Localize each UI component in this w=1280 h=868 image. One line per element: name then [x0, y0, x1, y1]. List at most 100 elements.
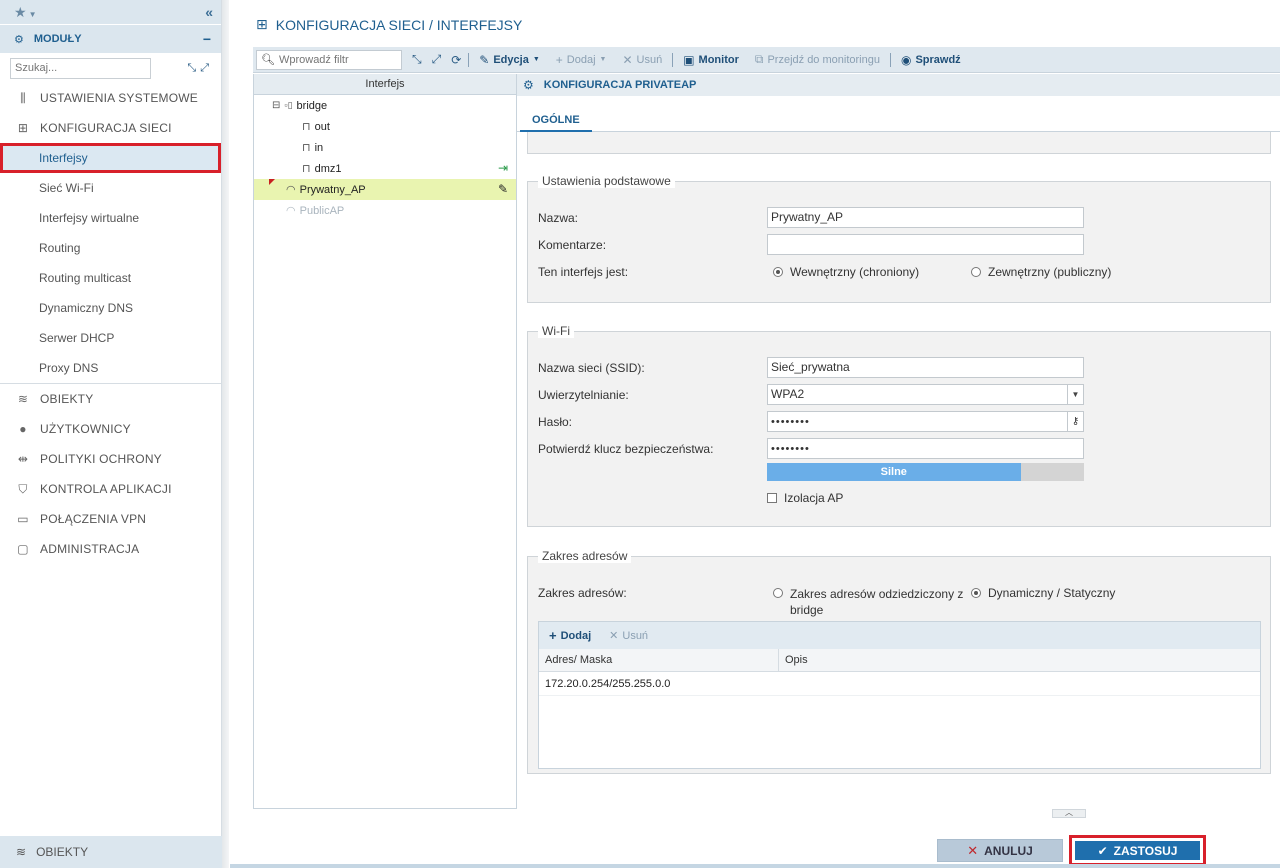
confirm-key-field[interactable]: ••••••••	[767, 438, 1084, 459]
sidebar-section-system-settings[interactable]: ⫼ USTAWIENIA SYSTEMOWE	[0, 83, 221, 113]
admin-icon: ▢	[17, 542, 29, 556]
modules-header[interactable]: ⚙ MODUŁY −	[0, 24, 221, 53]
column-header-description[interactable]: Opis	[779, 649, 1260, 671]
plus-icon: +	[555, 52, 563, 67]
key-icon[interactable]: ⚷	[1067, 412, 1083, 431]
address-grid-toolbar: + Dodaj ✕ Usuń	[539, 622, 1260, 649]
section-label: KONFIGURACJA SIECI	[40, 121, 172, 135]
tree-item-dmz1[interactable]: ⊓ dmz1 ⇥	[254, 158, 516, 179]
external-radio[interactable]: Zewnętrzny (publiczny)	[971, 265, 1111, 279]
goto-monitoring-button[interactable]: ⧉ Przejdź do monitoringu	[747, 47, 888, 73]
close-icon: ✕	[609, 630, 619, 642]
sidebar-item-wifi[interactable]: Sieć Wi-Fi	[0, 173, 221, 203]
dynamic-static-radio[interactable]: Dynamiczny / Statyczny	[971, 586, 1115, 600]
ap-isolation-checkbox[interactable]: Izolacja AP	[767, 491, 843, 505]
expand-tree-button[interactable]: ⤢	[427, 47, 447, 73]
sidebar-section-network-config[interactable]: ⊞ KONFIGURACJA SIECI	[0, 113, 221, 143]
check-button[interactable]: ◉ Sprawdź	[893, 47, 969, 73]
name-field[interactable]: Prywatny_AP	[767, 207, 1084, 228]
modules-label: MODUŁY	[33, 33, 82, 45]
collapse-tree-button[interactable]: ⤡	[402, 47, 427, 73]
column-header-address[interactable]: Adres/ Maska	[539, 649, 779, 671]
expand-all-icon[interactable]: ⤢	[200, 62, 213, 74]
config-tabs: OGÓLNE	[517, 96, 1280, 132]
pencil-icon[interactable]: ✎	[498, 182, 508, 196]
config-scroll-area[interactable]: Ustawienia podstawowe Nazwa: Prywatny_AP…	[517, 132, 1280, 809]
section-label: POLITYKI OCHRONY	[40, 452, 162, 466]
sidebar-item-label: Sieć Wi-Fi	[39, 181, 94, 195]
apply-button[interactable]: ✔ ZASTOSUJ	[1075, 841, 1200, 860]
tab-general[interactable]: OGÓLNE	[520, 110, 592, 132]
tree-item-bridge[interactable]: ⊟ ▫▯ bridge	[254, 95, 516, 116]
tree-item-in[interactable]: ⊓ in	[254, 137, 516, 158]
modified-flag-icon	[269, 179, 275, 185]
sidebar-section-policies[interactable]: ⇹ POLITYKI OCHRONY	[0, 444, 221, 474]
ethernet-port-icon: ⊓	[302, 121, 311, 133]
table-row[interactable]: 172.20.0.254/255.255.0.0	[539, 672, 1260, 696]
toolbar: 🔍︎ ⤡ ⤢ ⟳ ✎ Edycja ▼ + Dodaj ▼ ✕ Usuń ▣ M…	[253, 47, 1280, 73]
sidebar-item-interfaces[interactable]: Interfejsy	[0, 143, 221, 173]
collapse-sidebar-icon[interactable]: «	[205, 4, 213, 20]
grid-remove-button[interactable]: ✕ Usuń	[603, 629, 654, 643]
filter-input[interactable]	[278, 53, 399, 66]
monitor-button[interactable]: ▣ Monitor	[675, 47, 747, 73]
favorites-menu[interactable]: ★ ▼	[14, 4, 36, 21]
sidebar-splitter[interactable]	[222, 0, 229, 868]
fieldset-address-range: Zakres adresów Zakres adresów: Zakres ad…	[527, 549, 1271, 774]
ssid-field[interactable]: Sieć_prywatna	[767, 357, 1084, 378]
sidebar-item-routing[interactable]: Routing	[0, 233, 221, 263]
password-field[interactable]: •••••••• ⚷	[767, 411, 1084, 432]
scroll-up-icon[interactable]: ︿	[1052, 809, 1086, 818]
sidebar-section-administration[interactable]: ▢ ADMINISTRACJA	[0, 534, 221, 564]
collapse-node-icon[interactable]: ⊟	[272, 100, 280, 111]
sidebar-item-label: Routing multicast	[39, 271, 132, 285]
sidebar-search-input[interactable]	[10, 57, 151, 79]
comment-field[interactable]	[767, 234, 1084, 255]
bottom-status-strip	[230, 864, 1280, 868]
collapse-modules-icon[interactable]: −	[203, 31, 211, 47]
grid-add-button[interactable]: + Dodaj	[543, 628, 597, 643]
sidebar-bottom-objects[interactable]: ≋ OBIEKTY	[0, 836, 222, 868]
main-content: ⊞ KONFIGURACJA SIECI / INTERFEJSY 🔍︎ ⤡ ⤢…	[230, 0, 1280, 868]
tree-item-prywatny-ap[interactable]: ◠ Prywatny_AP ✎	[254, 179, 516, 200]
collapse-all-icon[interactable]: ⤡	[187, 62, 200, 74]
chevron-down-icon[interactable]: ▼	[1067, 385, 1083, 404]
sidebar-item-dhcp-server[interactable]: Serwer DHCP	[0, 323, 221, 353]
filter-box: 🔍︎	[256, 49, 402, 70]
check-label: Sprawdź	[915, 53, 961, 66]
login-icon[interactable]: ⇥	[498, 161, 508, 175]
tree-item-label: Prywatny_AP	[299, 183, 366, 196]
sidebar-item-virtual-interfaces[interactable]: Interfejsy wirtualne	[0, 203, 221, 233]
edit-button[interactable]: ✎ Edycja ▼	[471, 47, 547, 73]
sidebar-item-routing-multicast[interactable]: Routing multicast	[0, 263, 221, 293]
ap-isolation-label: Izolacja AP	[784, 491, 844, 505]
sidebar-item-dynamic-dns[interactable]: Dynamiczny DNS	[0, 293, 221, 323]
sidebar-section-app-control[interactable]: ⛉ KONTROLA APLIKACJI	[0, 474, 221, 504]
tree-item-out[interactable]: ⊓ out	[254, 116, 516, 137]
auth-select[interactable]: WPA2 ▼	[767, 384, 1084, 405]
toolbar-separator	[468, 52, 470, 67]
sidebar-section-objects[interactable]: ≋ OBIEKTY	[0, 384, 221, 414]
wifi-icon: ◠	[286, 184, 296, 196]
sidebar-section-vpn[interactable]: ▭ POŁĄCZENIA VPN	[0, 504, 221, 534]
goto-monitoring-label: Przejdź do monitoringu	[767, 53, 880, 66]
sidebar-item-label: Serwer DHCP	[39, 331, 115, 345]
interface-tree: Interfejs ⊟ ▫▯ bridge ⊓ out ⊓ in ⊓ dmz1 …	[253, 74, 517, 809]
remove-button[interactable]: ✕ Usuń	[614, 47, 670, 73]
address-grid-header: Adres/ Maska Opis	[539, 649, 1260, 672]
checkbox-unchecked-icon	[767, 493, 777, 503]
sidebar-section-users[interactable]: ● UŻYTKOWNICY	[0, 414, 221, 444]
config-panel: ⚙ KONFIGURACJA PRIVATEAP OGÓLNE Ustawien…	[517, 74, 1280, 809]
radio-checked-icon	[773, 267, 783, 277]
inherited-range-radio[interactable]: Zakres adresów odziedziczony z bridge	[773, 586, 968, 618]
cancel-button[interactable]: ✕ ANULUJ	[937, 839, 1063, 862]
refresh-button[interactable]: ⟳	[446, 47, 466, 73]
add-button[interactable]: + Dodaj ▼	[548, 47, 615, 73]
sidebar-item-dns-proxy[interactable]: Proxy DNS	[0, 353, 221, 383]
policy-icon: ⇹	[17, 452, 29, 466]
tree-item-public-ap[interactable]: ◠ PublicAP	[254, 200, 516, 221]
sidebar-item-label: Proxy DNS	[39, 361, 99, 375]
internal-radio[interactable]: Wewnętrzny (chroniony)	[773, 265, 919, 279]
external-label: Zewnętrzny (publiczny)	[988, 265, 1112, 279]
close-icon: ✕	[622, 52, 633, 67]
